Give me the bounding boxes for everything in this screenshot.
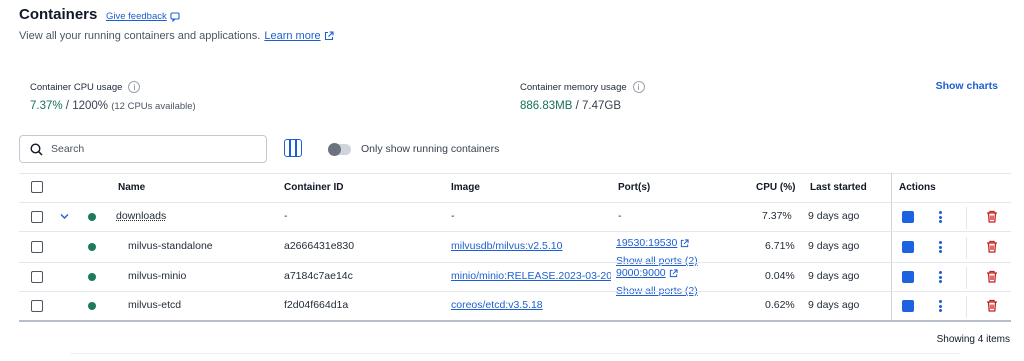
memory-usage-label: Container memory usage bbox=[520, 81, 627, 93]
table-top-border bbox=[19, 173, 1011, 174]
stop-button[interactable] bbox=[902, 271, 914, 283]
actions-column-divider bbox=[891, 173, 892, 320]
column-header-ports[interactable]: Port(s) bbox=[618, 182, 650, 193]
container-image-link[interactable]: coreos/etcd:v3.5.18 bbox=[451, 299, 543, 311]
status-running-dot bbox=[88, 243, 96, 251]
column-header-last-started[interactable]: Last started bbox=[810, 182, 867, 193]
port-mapping: 9000:9000 bbox=[616, 267, 666, 279]
column-header-name[interactable]: Name bbox=[118, 182, 145, 193]
column-header-cpu[interactable]: CPU (%) bbox=[756, 182, 795, 193]
status-running-dot bbox=[88, 273, 96, 281]
page-title: Containers bbox=[19, 6, 98, 23]
external-link-icon bbox=[669, 268, 678, 277]
port-cell: 9000:9000 Show all ports (2) bbox=[616, 263, 698, 299]
container-image-link[interactable]: minio/minio:RELEASE.2023-03-20 bbox=[451, 270, 611, 282]
row-border bbox=[19, 231, 1011, 232]
container-port: - bbox=[618, 210, 622, 222]
row-checkbox[interactable] bbox=[31, 241, 43, 253]
container-name[interactable]: milvus-standalone bbox=[128, 240, 213, 252]
page-subtitle: View all your running containers and app… bbox=[19, 30, 334, 42]
container-last-started: 9 days ago bbox=[808, 299, 860, 311]
memory-usage-label-group: Container memory usage i bbox=[520, 81, 645, 93]
search-input[interactable] bbox=[51, 143, 251, 155]
more-options-icon[interactable] bbox=[938, 241, 942, 253]
search-icon bbox=[30, 142, 43, 156]
column-header-image[interactable]: Image bbox=[451, 182, 480, 193]
container-id: f2d04f664d1a bbox=[284, 299, 349, 311]
show-charts-button[interactable]: Show charts bbox=[936, 80, 998, 92]
memory-usage-total: / 7.47GB bbox=[572, 100, 622, 112]
stop-button[interactable] bbox=[902, 211, 914, 223]
learn-more-link[interactable]: Learn more bbox=[264, 30, 334, 42]
delete-icon[interactable] bbox=[986, 299, 998, 312]
subtitle-text: View all your running containers and app… bbox=[19, 30, 261, 42]
give-feedback-link[interactable]: Give feedback bbox=[106, 11, 180, 22]
cpu-usage-current: 7.37% bbox=[30, 100, 63, 112]
cpu-usage-value: 7.37% / 1200% (12 CPUs available) bbox=[30, 100, 196, 112]
more-options-icon[interactable] bbox=[938, 271, 942, 283]
container-cpu: 0.04% bbox=[765, 270, 795, 282]
row-border bbox=[19, 291, 1011, 292]
container-id: - bbox=[284, 210, 288, 222]
info-icon[interactable]: i bbox=[128, 81, 141, 93]
container-image-link[interactable]: milvusdb/milvus:v2.5.10 bbox=[451, 240, 562, 252]
container-last-started: 9 days ago bbox=[808, 210, 860, 222]
learn-more-label: Learn more bbox=[264, 30, 321, 42]
container-image: - bbox=[451, 210, 455, 222]
select-all-checkbox[interactable] bbox=[31, 181, 43, 193]
delete-icon[interactable] bbox=[986, 210, 998, 223]
give-feedback-label: Give feedback bbox=[106, 11, 167, 22]
columns-toggle-button[interactable] bbox=[284, 139, 302, 157]
cpu-usage-note: (12 CPUs available) bbox=[111, 101, 196, 112]
more-options-icon[interactable] bbox=[938, 211, 942, 223]
action-divider bbox=[966, 267, 967, 289]
container-id: a2666431e830 bbox=[284, 240, 355, 252]
container-cpu: 0.62% bbox=[765, 299, 795, 311]
container-name[interactable]: milvus-etcd bbox=[128, 299, 181, 311]
action-divider bbox=[966, 237, 967, 259]
cpu-usage-label: Container CPU usage bbox=[30, 81, 123, 93]
container-name[interactable]: milvus-minio bbox=[128, 270, 186, 282]
delete-icon[interactable] bbox=[986, 240, 998, 253]
column-header-container-id[interactable]: Container ID bbox=[284, 182, 343, 193]
table-bottom-border bbox=[19, 320, 1011, 322]
container-last-started: 9 days ago bbox=[808, 270, 860, 282]
table-header-border bbox=[19, 202, 1011, 203]
container-cpu: 6.71% bbox=[765, 240, 795, 252]
container-name[interactable]: downloads bbox=[116, 210, 166, 222]
port-link[interactable]: 19530:19530 bbox=[616, 237, 689, 249]
container-last-started: 9 days ago bbox=[808, 240, 860, 252]
port-link[interactable]: 9000:9000 bbox=[616, 267, 678, 279]
row-checkbox[interactable] bbox=[31, 300, 43, 312]
external-link-icon bbox=[324, 31, 334, 41]
info-icon[interactable]: i bbox=[632, 81, 645, 93]
more-options-icon[interactable] bbox=[938, 300, 942, 312]
delete-icon[interactable] bbox=[986, 270, 998, 283]
memory-usage-value: 886.83MB / 7.47GB bbox=[520, 100, 621, 112]
stop-button[interactable] bbox=[902, 241, 914, 253]
chevron-down-icon[interactable] bbox=[60, 213, 69, 220]
row-border bbox=[19, 262, 1011, 263]
stop-button[interactable] bbox=[902, 300, 914, 312]
status-running-dot bbox=[88, 302, 96, 310]
cpu-usage-label-group: Container CPU usage i bbox=[30, 81, 141, 93]
running-only-toggle[interactable] bbox=[328, 143, 351, 156]
footer-divider bbox=[70, 353, 960, 354]
row-checkbox[interactable] bbox=[31, 271, 43, 283]
row-checkbox[interactable] bbox=[31, 211, 43, 223]
action-divider bbox=[966, 207, 967, 229]
container-id: a7184c7ae14c bbox=[284, 270, 353, 282]
running-only-label: Only show running containers bbox=[361, 143, 500, 155]
cpu-usage-total: / 1200% bbox=[62, 100, 109, 112]
container-cpu: 7.37% bbox=[762, 210, 792, 222]
external-link-icon bbox=[681, 238, 689, 247]
memory-usage-current: 886.83MB bbox=[520, 100, 573, 112]
search-box[interactable] bbox=[19, 135, 267, 163]
column-header-actions: Actions bbox=[899, 182, 936, 193]
action-divider bbox=[966, 296, 967, 318]
status-running-dot bbox=[88, 213, 96, 221]
item-count: Showing 4 items bbox=[936, 334, 1010, 345]
feedback-icon bbox=[170, 11, 180, 22]
port-mapping: 19530:19530 bbox=[616, 237, 678, 249]
